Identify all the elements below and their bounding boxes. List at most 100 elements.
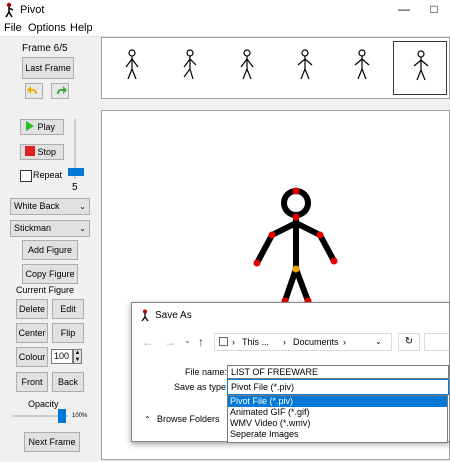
- stickman-thumbnail-icon: [297, 49, 312, 80]
- frames-timeline: [101, 37, 450, 99]
- stickman-left-leg: [282, 266, 299, 304]
- background-select-value: White Back: [14, 201, 60, 211]
- recent-locations-icon[interactable]: ⌄: [184, 336, 191, 345]
- menu-help[interactable]: Help: [70, 22, 93, 34]
- stickman-thumbnail-icon: [354, 49, 370, 80]
- repeat-checkbox[interactable]: [20, 170, 32, 182]
- speed-slider-thumb[interactable]: [68, 168, 84, 176]
- joint-handle[interactable]: [268, 231, 276, 239]
- figure-type-select-value: Stickman: [14, 223, 52, 233]
- colour-value-input[interactable]: 100: [51, 349, 73, 364]
- dialog-title: Save As: [155, 310, 192, 321]
- pivot-app-icon: [5, 2, 14, 18]
- joint-handle[interactable]: [253, 259, 261, 267]
- chevron-up-icon[interactable]: ⌃: [144, 415, 151, 424]
- stop-button[interactable]: Stop: [20, 144, 64, 160]
- chevron-down-icon[interactable]: ⌄: [375, 334, 382, 350]
- stickman-right-forearm: [317, 232, 337, 264]
- save-as-type-select[interactable]: Pivot File (*.piv): [227, 379, 449, 395]
- front-button[interactable]: Front: [16, 372, 48, 392]
- stickman-right-leg: [293, 266, 311, 304]
- last-frame-button[interactable]: Last Frame: [22, 57, 74, 79]
- stickman-thumbnail-icon: [413, 50, 428, 81]
- browse-folders-toggle[interactable]: Browse Folders: [157, 414, 220, 424]
- chevron-right-icon: ›: [343, 337, 346, 347]
- refresh-button[interactable]: ↻: [398, 333, 420, 351]
- up-arrow-icon[interactable]: ↑: [198, 335, 204, 349]
- play-button[interactable]: Play: [20, 119, 64, 135]
- hip-pivot-handle[interactable]: [292, 265, 300, 273]
- menu-options[interactable]: Options: [28, 22, 66, 34]
- figure-type-select[interactable]: Stickman ⌄: [10, 220, 90, 237]
- frame-thumbnail[interactable]: [335, 41, 389, 95]
- minimize-button[interactable]: —: [390, 0, 418, 20]
- breadcrumb-this-pc[interactable]: This ...: [242, 334, 269, 350]
- add-figure-button[interactable]: Add Figure: [22, 240, 78, 260]
- frame-thumbnail[interactable]: [392, 41, 447, 95]
- window-title: Pivot: [20, 4, 45, 16]
- save-type-option[interactable]: WMV Video (*.wmv): [228, 418, 447, 429]
- menu-bar: File Options Help: [0, 20, 450, 37]
- chevron-down-icon: ⌄: [79, 224, 86, 233]
- chevron-right-icon: ›: [232, 337, 235, 347]
- copy-figure-button[interactable]: Copy Figure: [22, 264, 78, 284]
- edit-figure-button[interactable]: Edit: [52, 299, 84, 319]
- breadcrumb-documents[interactable]: Documents: [293, 334, 339, 350]
- stickman-left-forearm: [254, 232, 275, 266]
- delete-figure-button[interactable]: Delete: [16, 299, 48, 319]
- save-type-option[interactable]: Seperate Images: [228, 429, 447, 440]
- opacity-value: 100%: [72, 413, 88, 419]
- title-bar: Pivot — □: [0, 0, 450, 20]
- joint-handle[interactable]: [316, 231, 324, 239]
- folder-icon: [219, 337, 228, 346]
- frame-thumbnail[interactable]: [163, 41, 217, 95]
- stickman-right-upper-arm: [293, 220, 323, 238]
- undo-icon: [27, 86, 37, 94]
- save-type-option[interactable]: Animated GIF (*.gif): [228, 407, 447, 418]
- save-as-type-label: Save as type:: [174, 382, 229, 392]
- maximize-button[interactable]: □: [420, 0, 448, 20]
- left-control-panel: Frame 6/5 Last Frame Play Stop Repeat 5 …: [0, 37, 100, 460]
- opacity-slider-thumb[interactable]: [58, 409, 66, 423]
- redo-button[interactable]: [51, 83, 69, 99]
- joint-handle[interactable]: [330, 257, 338, 265]
- current-figure-heading: Current Figure: [16, 285, 75, 295]
- frame-thumbnail[interactable]: [278, 41, 332, 95]
- play-icon: [26, 121, 34, 131]
- search-box[interactable]: [424, 333, 450, 351]
- back-arrow-icon[interactable]: ←: [142, 335, 154, 349]
- speed-value: 5: [72, 182, 78, 193]
- background-select[interactable]: White Back ⌄: [10, 198, 90, 215]
- save-type-option[interactable]: Pivot File (*.piv): [228, 396, 447, 407]
- stop-icon: [25, 146, 35, 156]
- colour-spinner[interactable]: ▲ ▼: [73, 349, 82, 364]
- stickman-left-upper-arm: [269, 220, 299, 238]
- joint-handle[interactable]: [292, 213, 300, 221]
- chevron-down-icon: ⌄: [79, 202, 86, 211]
- redo-icon: [57, 86, 67, 94]
- forward-arrow-icon[interactable]: →: [164, 335, 176, 349]
- frame-counter: Frame 6/5: [22, 43, 68, 54]
- file-name-input[interactable]: LIST OF FREEWARE: [227, 365, 449, 379]
- frame-thumbnail[interactable]: [105, 41, 159, 95]
- flip-figure-button[interactable]: Flip: [52, 323, 84, 343]
- save-type-dropdown-list: Pivot File (*.piv) Animated GIF (*.gif) WM…: [227, 395, 448, 443]
- stickman-thumbnail-icon: [240, 49, 254, 80]
- opacity-label: Opacity: [28, 399, 59, 409]
- stop-label: Stop: [37, 147, 57, 157]
- menu-file[interactable]: File: [4, 22, 22, 34]
- stickman-thumbnail-icon: [183, 49, 196, 80]
- address-bar[interactable]: › This ... › Documents › ⌄: [214, 333, 392, 351]
- pivot-app-icon: [141, 309, 149, 321]
- back-button[interactable]: Back: [52, 372, 84, 392]
- next-frame-button[interactable]: Next Frame: [24, 432, 80, 452]
- frame-thumbnail[interactable]: [220, 41, 274, 95]
- joint-handle[interactable]: [292, 187, 300, 195]
- colour-button[interactable]: Colour: [16, 347, 48, 367]
- chevron-right-icon: ›: [283, 337, 286, 347]
- center-figure-button[interactable]: Center: [16, 323, 48, 343]
- undo-button[interactable]: [25, 83, 43, 99]
- refresh-icon: ↻: [404, 336, 414, 347]
- stickman-head: [281, 188, 311, 218]
- play-label: Play: [37, 122, 56, 132]
